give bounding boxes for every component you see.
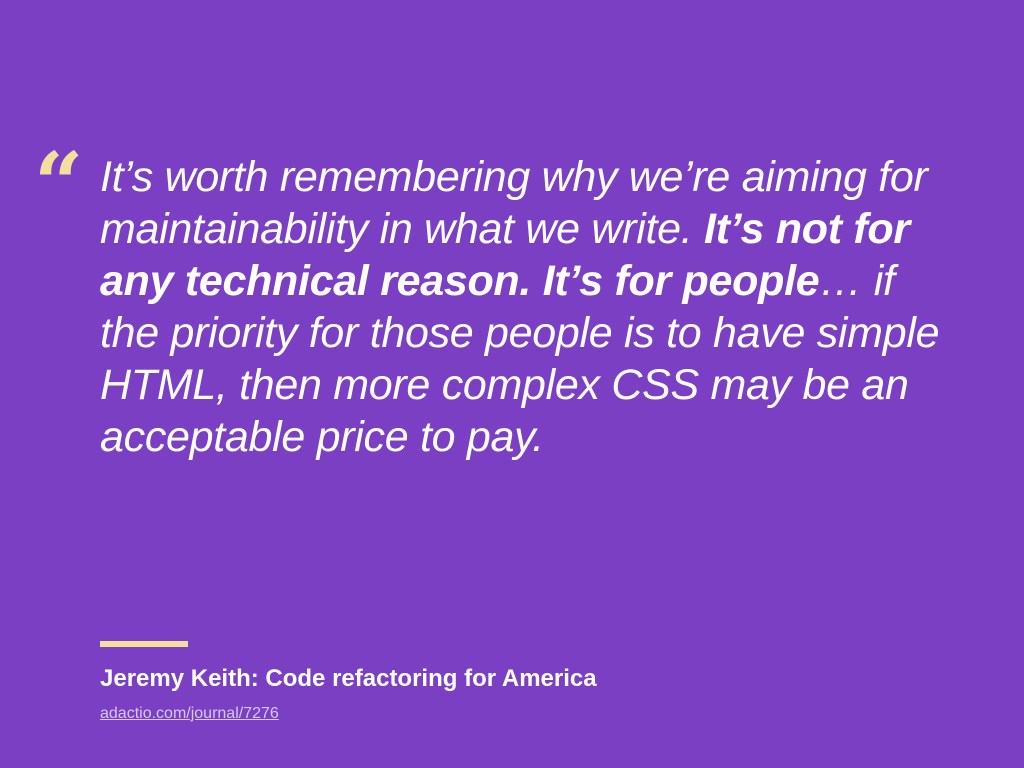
accent-divider bbox=[100, 641, 188, 647]
quote-attribution: Jeremy Keith: Code refactoring for Ameri… bbox=[100, 665, 597, 692]
quote-text: It’s worth remembering why we’re aiming … bbox=[100, 151, 960, 463]
source-link[interactable]: adactio.com/journal/7276 bbox=[100, 704, 279, 724]
quotation-mark-icon: “ bbox=[34, 134, 84, 235]
